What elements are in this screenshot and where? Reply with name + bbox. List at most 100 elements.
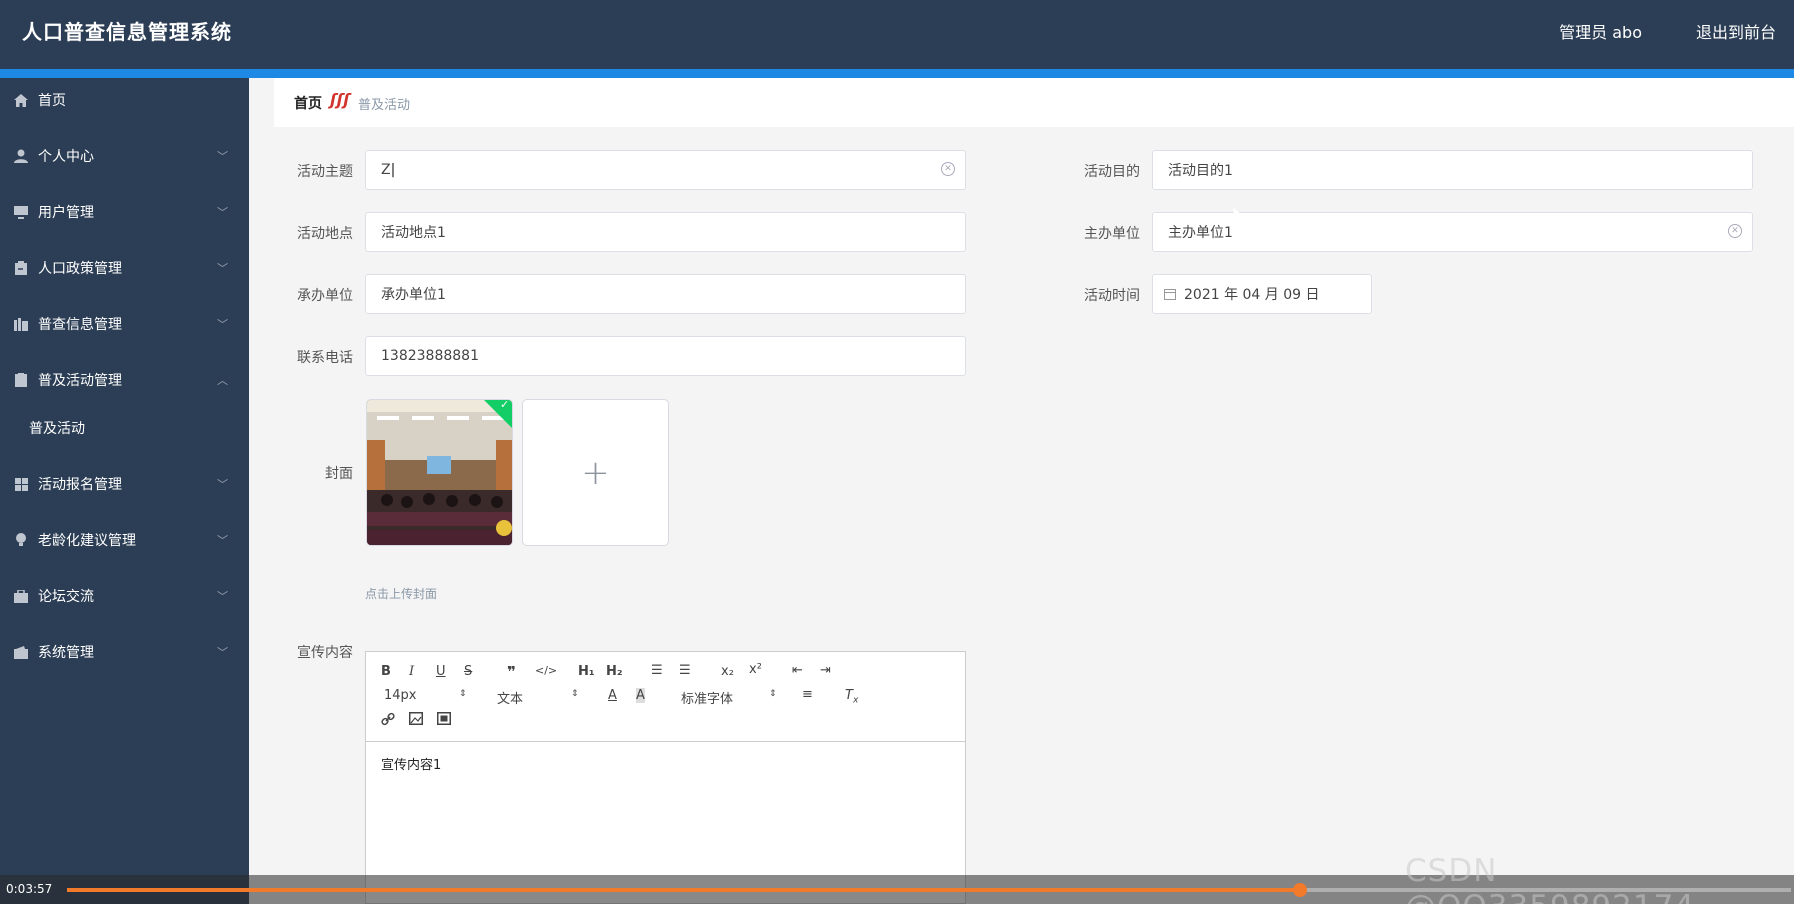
underline-icon[interactable]: U — [436, 664, 446, 679]
heading-2-icon[interactable]: H₂ — [606, 664, 623, 679]
indent-icon[interactable]: ⇥ — [820, 663, 831, 678]
rich-text-editor: B I U S ❞ </> H₁ H₂ ☰ ☰ x₂ x² ⇤ ⇥ 14px ⇕… — [365, 651, 966, 904]
code-block-icon[interactable]: </> — [535, 664, 557, 677]
clipboard-icon — [14, 261, 28, 275]
top-header: 人口普查信息管理系统 管理员 abo 退出到前台 — [0, 0, 1794, 69]
sidebar-item-census-management[interactable]: 普查信息管理 ﹀ — [0, 302, 249, 346]
date-picker[interactable]: 2021 年 04 月 09 日 — [1152, 274, 1372, 314]
clear-icon[interactable]: ✕ — [1728, 224, 1742, 238]
clear-icon[interactable]: ✕ — [941, 162, 955, 176]
watermark: CSDN @QQ3359892174 — [1405, 853, 1694, 904]
bulb-icon — [14, 533, 28, 547]
video-icon[interactable] — [437, 712, 451, 729]
chevron-down-icon: ﹀ — [217, 534, 228, 547]
sidebar: 首页 个人中心 ﹀ 用户管理 ﹀ 人口政策管理 ﹀ 普查信息管理 ﹀ 普及活动管… — [0, 78, 249, 904]
sidebar-item-user-management[interactable]: 用户管理 ﹀ — [0, 190, 249, 234]
cover-label: 封面 — [325, 466, 353, 482]
sidebar-item-system-management[interactable]: 系统管理 ﹀ — [0, 630, 249, 674]
sidebar-item-label: 人口政策管理 — [38, 261, 122, 277]
sidebar-item-label: 用户管理 — [38, 205, 94, 221]
sidebar-subitem-activity[interactable]: 普及活动 — [0, 408, 249, 448]
chevron-down-icon: ﹀ — [217, 318, 228, 331]
video-time: 0:03:57 — [6, 882, 53, 896]
phone-label: 联系电话 — [297, 350, 353, 366]
subscript-icon[interactable]: x₂ — [721, 664, 734, 679]
home-icon — [14, 93, 28, 107]
logout-link[interactable]: 退出到前台 — [1696, 19, 1776, 43]
sidebar-item-registration-management[interactable]: 活动报名管理 ﹀ — [0, 462, 249, 506]
heading-1-icon[interactable]: H₁ — [578, 664, 595, 679]
theme-input[interactable]: Z | ✕ — [365, 150, 966, 190]
sidebar-item-label: 首页 — [38, 93, 66, 109]
select-arrows-icon: ⇕ — [459, 689, 467, 699]
breadcrumb-home[interactable]: 首页 — [294, 93, 322, 113]
location-value: 活动地点1 — [381, 225, 446, 241]
cover-upload-button[interactable]: + — [522, 399, 669, 546]
cover-upload-tip: 点击上传封面 — [365, 587, 438, 601]
font-size-value: 14px — [384, 688, 417, 703]
clear-format-icon[interactable]: Tx — [845, 688, 858, 706]
app-title: 人口普查信息管理系统 — [22, 20, 232, 44]
sidebar-item-label: 活动报名管理 — [38, 477, 122, 493]
organizer-input[interactable]: 承办单位1 — [365, 274, 966, 314]
image-icon[interactable] — [409, 712, 423, 729]
accent-bar — [0, 69, 1794, 78]
outdent-icon[interactable]: ⇤ — [792, 663, 803, 678]
sidebar-item-forum[interactable]: 论坛交流 ﹀ — [0, 574, 249, 618]
document-icon — [14, 373, 28, 387]
phone-value: 13823888881 — [381, 348, 479, 364]
font-size-select[interactable]: 14px ⇕ — [384, 688, 469, 703]
briefcase-icon — [14, 589, 28, 603]
video-progress-knob[interactable] — [1292, 883, 1307, 897]
format-select[interactable]: 文本 ⇕ — [497, 688, 582, 707]
chevron-down-icon: ﹀ — [217, 646, 228, 659]
sidebar-item-label: 普及活动管理 — [38, 373, 122, 389]
font-color-icon[interactable]: A — [608, 688, 617, 703]
sidebar-item-label: 普查信息管理 — [38, 317, 122, 333]
sidebar-item-policy-management[interactable]: 人口政策管理 ﹀ — [0, 246, 249, 290]
chevron-down-icon: ﹀ — [217, 150, 228, 163]
user-icon — [14, 149, 28, 163]
admin-user-label: 管理员 abo — [1559, 23, 1642, 42]
sidebar-item-label: 论坛交流 — [38, 589, 94, 605]
plus-icon: + — [581, 452, 610, 493]
location-input[interactable]: 活动地点1 — [365, 212, 966, 252]
sidebar-item-home[interactable]: 首页 — [0, 78, 249, 122]
format-value: 文本 — [497, 692, 524, 707]
font-family-select[interactable]: 标准字体 ⇕ — [681, 688, 781, 707]
grid-icon — [14, 477, 28, 491]
editor-content[interactable]: 宣传内容1 — [381, 754, 441, 773]
bullet-list-icon[interactable]: ☰ — [679, 663, 691, 678]
breadcrumb: 首页 ʃʃʃ 普及活动 — [274, 78, 1794, 127]
strikethrough-icon[interactable]: S — [464, 664, 472, 679]
background-color-icon[interactable]: A — [636, 688, 645, 703]
time-label: 活动时间 — [1084, 288, 1140, 304]
superscript-icon[interactable]: x² — [749, 662, 762, 677]
organizer-label: 承办单位 — [297, 288, 353, 304]
cover-image — [367, 400, 512, 545]
time-value: 2021 年 04 月 09 日 — [1184, 287, 1320, 303]
phone-input[interactable]: 13823888881 — [365, 336, 966, 376]
sidebar-item-aging-suggestion[interactable]: 老龄化建议管理 ﹀ — [0, 518, 249, 562]
location-label: 活动地点 — [297, 226, 353, 242]
sidebar-item-label: 个人中心 — [38, 149, 94, 165]
ordered-list-icon[interactable]: ☰ — [651, 663, 663, 678]
bars-icon — [14, 317, 28, 331]
editor-toolbar: B I U S ❞ </> H₁ H₂ ☰ ☰ x₂ x² ⇤ ⇥ 14px ⇕… — [366, 652, 965, 742]
chevron-down-icon: ﹀ — [217, 590, 228, 603]
sidebar-item-personal-center[interactable]: 个人中心 ﹀ — [0, 134, 249, 178]
bold-icon[interactable]: B — [381, 664, 391, 679]
blockquote-icon[interactable]: ❞ — [507, 663, 516, 681]
purpose-value: 活动目的1 — [1168, 163, 1233, 179]
font-family-value: 标准字体 — [681, 692, 734, 707]
italic-icon[interactable]: I — [409, 664, 414, 679]
chevron-up-icon: ︿ — [217, 374, 228, 387]
calendar-icon — [1164, 288, 1176, 300]
align-icon[interactable]: ≡ — [802, 687, 813, 702]
sidebar-item-activity-management[interactable]: 普及活动管理 ︿ — [0, 358, 249, 402]
cover-thumbnail[interactable]: ✓ — [366, 399, 513, 546]
content-label: 宣传内容 — [297, 645, 353, 661]
purpose-input[interactable]: 活动目的1 — [1152, 150, 1753, 190]
link-icon[interactable] — [381, 712, 395, 730]
breadcrumb-current: 普及活动 — [358, 98, 411, 113]
